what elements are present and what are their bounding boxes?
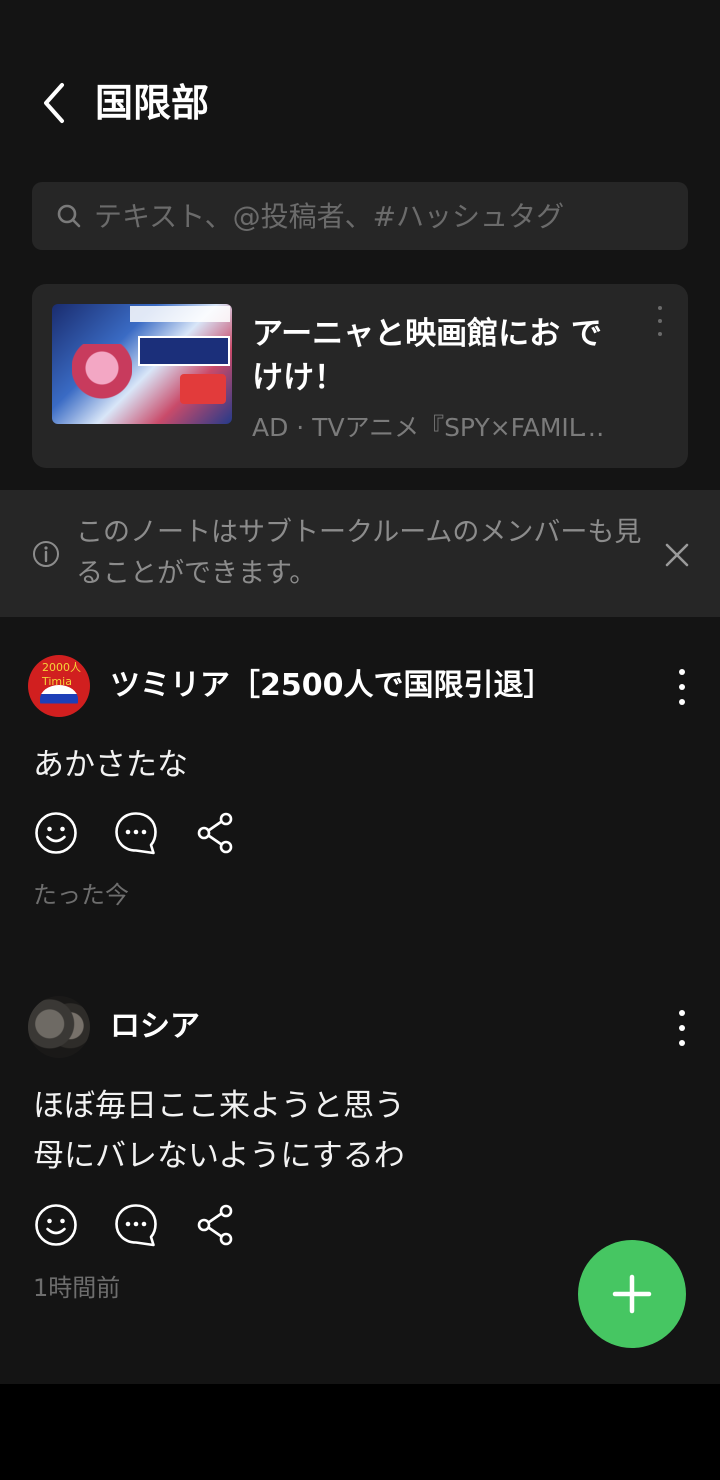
member-notice: このノートはサブトークルームのメンバーも見ることができます。 xyxy=(0,490,720,617)
notice-text: このノートはサブトークルームのメンバーも見ることができます。 xyxy=(76,517,642,589)
username[interactable]: ロシア xyxy=(110,1007,200,1047)
smiley-icon[interactable] xyxy=(33,810,79,856)
username[interactable]: ツミリア［2500人で国限引退］ xyxy=(110,666,554,706)
post-timestamp: たった今 xyxy=(33,881,129,909)
page-title: 国限部 xyxy=(95,81,210,125)
dot-icon xyxy=(658,332,662,336)
ad-more-button[interactable] xyxy=(648,306,672,336)
note-screen: 国限部 アーニャと映画館にお でけけ！ AD · TVアニメ『SPY×FAMIL… xyxy=(0,0,720,1384)
comment-icon[interactable] xyxy=(113,810,159,856)
header: 国限部 xyxy=(0,60,720,150)
post-content: あかさたな xyxy=(33,740,188,790)
close-icon[interactable] xyxy=(660,538,694,572)
dot-icon xyxy=(658,306,662,310)
dot-icon xyxy=(679,1040,685,1046)
more-vertical-icon[interactable] xyxy=(670,669,694,705)
ad-thumbnail-logo xyxy=(138,336,230,366)
smiley-icon[interactable] xyxy=(33,1202,79,1248)
add-note-button[interactable] xyxy=(578,1240,686,1348)
more-vertical-icon[interactable] xyxy=(670,1010,694,1046)
search-icon xyxy=(57,204,81,228)
share-icon[interactable] xyxy=(193,1202,239,1248)
ad-subtitle: AD · TVアニメ『SPY×FAMILY』 xyxy=(252,413,612,442)
ad-thumbnail-badge xyxy=(180,374,226,404)
dot-icon xyxy=(658,319,662,323)
dot-icon xyxy=(679,684,685,690)
dot-icon xyxy=(679,1010,685,1016)
plus-icon xyxy=(612,1274,652,1314)
post-content-line: あかさたな xyxy=(33,747,188,783)
post-timestamp: 1時間前 xyxy=(33,1274,121,1302)
info-icon xyxy=(33,541,59,567)
avatar-label: 2000人 Timia xyxy=(42,661,81,688)
share-icon[interactable] xyxy=(193,810,239,856)
post-content-line: ほぼ毎日ここ来ようと思う xyxy=(33,1088,405,1124)
avatar[interactable]: 2000人 Timia xyxy=(28,655,90,717)
ad-thumbnail-character xyxy=(72,344,132,424)
avatar-flag xyxy=(40,685,78,713)
ad-thumbnail-banner xyxy=(130,306,230,322)
avatar[interactable] xyxy=(28,996,90,1058)
post-actions xyxy=(33,810,253,856)
dot-icon xyxy=(679,1025,685,1031)
ad-thumbnail[interactable] xyxy=(52,304,232,424)
back-button[interactable] xyxy=(30,78,80,128)
post-content: ほぼ毎日ここ来ようと思う 母にバレないようにするわ xyxy=(33,1081,405,1181)
search-bar[interactable] xyxy=(32,182,688,250)
ad-title[interactable]: アーニャと映画館にお でけけ！ xyxy=(252,312,612,400)
post-content-line: 母にバレないようにするわ xyxy=(33,1138,405,1174)
dot-icon xyxy=(679,699,685,705)
post-actions xyxy=(33,1202,253,1248)
ad-card[interactable]: アーニャと映画館にお でけけ！ AD · TVアニメ『SPY×FAMILY』 xyxy=(32,284,688,468)
comment-icon[interactable] xyxy=(113,1202,159,1248)
chevron-left-icon xyxy=(44,83,64,123)
dot-icon xyxy=(679,669,685,675)
search-input[interactable] xyxy=(94,199,654,233)
